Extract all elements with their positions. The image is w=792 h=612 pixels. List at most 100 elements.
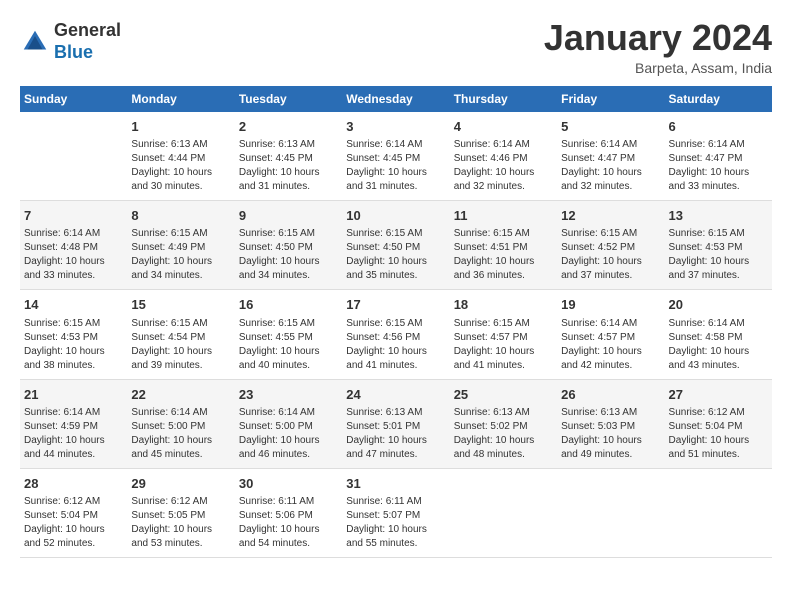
calendar-cell: 23 Sunrise: 6:14 AMSunset: 5:00 PMDayligh… [235,379,342,468]
week-row-3: 14 Sunrise: 6:15 AMSunset: 4:53 PMDayligh… [20,290,772,379]
day-info: Sunrise: 6:13 AMSunset: 4:45 PMDaylight:… [239,138,338,194]
week-row-1: 1 Sunrise: 6:13 AMSunset: 4:44 PMDaylight… [20,112,772,201]
day-number: 20 [669,296,768,314]
calendar-cell [20,112,127,201]
day-info: Sunrise: 6:12 AMSunset: 5:04 PMDaylight:… [24,495,123,551]
header-saturday: Saturday [665,86,772,112]
calendar-cell: 19Sunrise: 6:14 AMSunset: 4:57 PMDayligh… [557,290,664,379]
day-number: 21 [24,386,123,404]
calendar-cell: 21Sunrise: 6:14 AMSunset: 4:59 PMDayligh… [20,379,127,468]
week-row-2: 7 Sunrise: 6:14 AMSunset: 4:48 PMDaylight… [20,201,772,290]
calendar-cell: 1 Sunrise: 6:13 AMSunset: 4:44 PMDaylight… [127,112,234,201]
calendar-cell: 5Sunrise: 6:14 AMSunset: 4:47 PMDaylight… [557,112,664,201]
calendar-cell: 14 Sunrise: 6:15 AMSunset: 4:53 PMDayligh… [20,290,127,379]
calendar-cell: 31Sunrise: 6:11 AMSunset: 5:07 PMDayligh… [342,468,449,557]
day-number: 31 [346,475,445,493]
title-section: January 2024 Barpeta, Assam, India [544,20,772,76]
day-info: Sunrise: 6:13 AMSunset: 5:03 PMDaylight:… [561,406,660,462]
day-info: Sunrise: 6:14 AMSunset: 4:58 PMDaylight:… [669,317,768,373]
header-tuesday: Tuesday [235,86,342,112]
calendar-cell: 22Sunrise: 6:14 AMSunset: 5:00 PMDayligh… [127,379,234,468]
day-info: Sunrise: 6:13 AMSunset: 5:02 PMDaylight:… [454,406,553,462]
day-number: 28 [24,475,123,493]
calendar-cell: 6Sunrise: 6:14 AMSunset: 4:47 PMDaylight… [665,112,772,201]
calendar-cell: 16 Sunrise: 6:15 AMSunset: 4:55 PMDayligh… [235,290,342,379]
day-number: 18 [454,296,553,314]
calendar-cell: 13 Sunrise: 6:15 AMSunset: 4:53 PMDayligh… [665,201,772,290]
calendar-cell: 12 Sunrise: 6:15 AMSunset: 4:52 PMDayligh… [557,201,664,290]
day-info: Sunrise: 6:14 AMSunset: 5:00 PMDaylight:… [239,406,338,462]
header-row: SundayMondayTuesdayWednesdayThursdayFrid… [20,86,772,112]
header-monday: Monday [127,86,234,112]
calendar-cell: 17 Sunrise: 6:15 AMSunset: 4:56 PMDayligh… [342,290,449,379]
calendar-cell: 3 Sunrise: 6:14 AMSunset: 4:45 PMDaylight… [342,112,449,201]
day-info: Sunrise: 6:11 AMSunset: 5:06 PMDaylight:… [239,495,338,551]
header-sunday: Sunday [20,86,127,112]
day-info: Sunrise: 6:14 AMSunset: 4:47 PMDaylight:… [561,138,660,194]
day-number: 7 [24,207,123,225]
calendar-cell: 8Sunrise: 6:15 AMSunset: 4:49 PMDaylight… [127,201,234,290]
day-number: 16 [239,296,338,314]
calendar-cell: 7 Sunrise: 6:14 AMSunset: 4:48 PMDaylight… [20,201,127,290]
calendar-cell [557,468,664,557]
logo-blue: Blue [54,42,93,62]
week-row-5: 28 Sunrise: 6:12 AMSunset: 5:04 PMDayligh… [20,468,772,557]
day-info: Sunrise: 6:15 AMSunset: 4:50 PMDaylight:… [346,227,445,283]
day-number: 29 [131,475,230,493]
day-info: Sunrise: 6:15 AMSunset: 4:49 PMDaylight:… [131,227,230,283]
calendar-cell: 24Sunrise: 6:13 AMSunset: 5:01 PMDayligh… [342,379,449,468]
day-number: 9 [239,207,338,225]
day-info: Sunrise: 6:15 AMSunset: 4:50 PMDaylight:… [239,227,338,283]
month-year-title: January 2024 [544,20,772,56]
day-info: Sunrise: 6:15 AMSunset: 4:53 PMDaylight:… [24,317,123,373]
day-number: 3 [346,118,445,136]
calendar-cell: 10 Sunrise: 6:15 AMSunset: 4:50 PMDayligh… [342,201,449,290]
day-number: 12 [561,207,660,225]
header-friday: Friday [557,86,664,112]
day-info: Sunrise: 6:15 AMSunset: 4:53 PMDaylight:… [669,227,768,283]
day-info: Sunrise: 6:14 AMSunset: 4:47 PMDaylight:… [669,138,768,194]
day-number: 14 [24,296,123,314]
day-number: 13 [669,207,768,225]
calendar-header: SundayMondayTuesdayWednesdayThursdayFrid… [20,86,772,112]
page-header: General Blue January 2024 Barpeta, Assam… [20,20,772,76]
day-number: 25 [454,386,553,404]
day-number: 27 [669,386,768,404]
day-number: 23 [239,386,338,404]
header-wednesday: Wednesday [342,86,449,112]
header-thursday: Thursday [450,86,557,112]
calendar-cell: 29 Sunrise: 6:12 AMSunset: 5:05 PMDayligh… [127,468,234,557]
day-info: Sunrise: 6:13 AMSunset: 4:44 PMDaylight:… [131,138,230,194]
day-info: Sunrise: 6:14 AMSunset: 4:48 PMDaylight:… [24,227,123,283]
day-number: 1 [131,118,230,136]
day-info: Sunrise: 6:14 AMSunset: 5:00 PMDaylight:… [131,406,230,462]
calendar-cell: 4Sunrise: 6:14 AMSunset: 4:46 PMDaylight… [450,112,557,201]
calendar-cell: 18 Sunrise: 6:15 AMSunset: 4:57 PMDayligh… [450,290,557,379]
day-info: Sunrise: 6:15 AMSunset: 4:52 PMDaylight:… [561,227,660,283]
day-number: 10 [346,207,445,225]
logo-icon [20,27,50,57]
calendar-table: SundayMondayTuesdayWednesdayThursdayFrid… [20,86,772,558]
day-number: 15 [131,296,230,314]
calendar-cell [450,468,557,557]
day-number: 17 [346,296,445,314]
day-info: Sunrise: 6:14 AMSunset: 4:46 PMDaylight:… [454,138,553,194]
day-info: Sunrise: 6:15 AMSunset: 4:56 PMDaylight:… [346,317,445,373]
calendar-cell: 25 Sunrise: 6:13 AMSunset: 5:02 PMDayligh… [450,379,557,468]
day-info: Sunrise: 6:15 AMSunset: 4:55 PMDaylight:… [239,317,338,373]
calendar-cell: 20 Sunrise: 6:14 AMSunset: 4:58 PMDayligh… [665,290,772,379]
day-info: Sunrise: 6:14 AMSunset: 4:45 PMDaylight:… [346,138,445,194]
day-info: Sunrise: 6:12 AMSunset: 5:05 PMDaylight:… [131,495,230,551]
day-info: Sunrise: 6:15 AMSunset: 4:54 PMDaylight:… [131,317,230,373]
logo: General Blue [20,20,121,63]
day-info: Sunrise: 6:13 AMSunset: 5:01 PMDaylight:… [346,406,445,462]
day-info: Sunrise: 6:15 AMSunset: 4:57 PMDaylight:… [454,317,553,373]
logo-text: General Blue [54,20,121,63]
calendar-cell: 11Sunrise: 6:15 AMSunset: 4:51 PMDayligh… [450,201,557,290]
calendar-cell: 2 Sunrise: 6:13 AMSunset: 4:45 PMDaylight… [235,112,342,201]
calendar-cell: 28 Sunrise: 6:12 AMSunset: 5:04 PMDayligh… [20,468,127,557]
day-number: 2 [239,118,338,136]
logo-general: General [54,20,121,40]
location-subtitle: Barpeta, Assam, India [544,60,772,76]
calendar-cell: 27Sunrise: 6:12 AMSunset: 5:04 PMDayligh… [665,379,772,468]
